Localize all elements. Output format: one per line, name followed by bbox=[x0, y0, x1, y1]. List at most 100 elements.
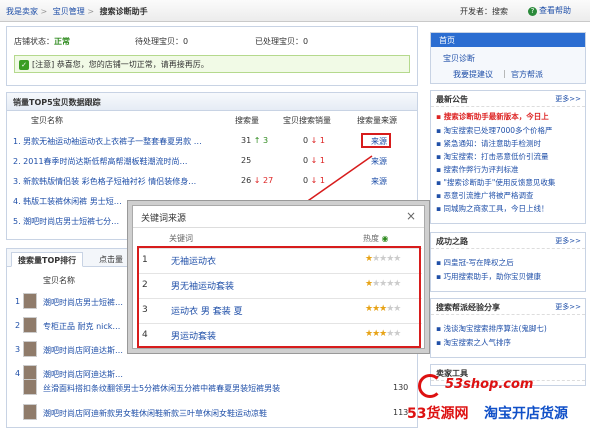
announcement-item[interactable]: ▪ "搜索诊断助手"使用反馈意见收集 bbox=[436, 177, 584, 188]
shop-status-panel: 店铺状态：正常 待处理宝贝：0 已处理宝贝：0 ✓ [注意] 恭喜您，您的店铺一切… bbox=[6, 26, 418, 86]
watermark-tagline: 淘宝开店货源 bbox=[484, 406, 568, 422]
close-icon[interactable]: × bbox=[406, 209, 416, 223]
sales-row: 2. 2011春季时尚达斯低帮高帮潮板鞋潮流时尚… 25 0 ↓ 1 来源 bbox=[13, 153, 413, 171]
item-thumbnail[interactable] bbox=[23, 293, 37, 309]
search-sales: 0 ↓ 1 bbox=[303, 136, 325, 145]
search-sales: 0 ↓ 1 bbox=[303, 176, 325, 185]
item-thumbnail[interactable] bbox=[23, 341, 37, 357]
col-heat: 热度 ◉ bbox=[363, 234, 389, 243]
forum-panel: 搜索帮派经验分享 更多>> ▪ 浅谈淘宝搜索排序算法(鬼脚七) ▪ 淘宝搜索之人气… bbox=[430, 298, 586, 358]
search-volume: 26 ↓ 27 bbox=[241, 176, 274, 185]
announcement-item[interactable]: ▪ 搜索作弊行为评判标准 bbox=[436, 164, 584, 175]
announcement-item[interactable]: ▪ 淘宝搜索：打击恶意低价引流量 bbox=[436, 151, 584, 162]
breadcrumb-current: 搜索诊断助手 bbox=[99, 7, 148, 16]
rank-value: 113 bbox=[393, 408, 409, 417]
help-label: 查看帮助 bbox=[539, 6, 571, 15]
col-keyword: 关键词 bbox=[169, 234, 193, 243]
forum-title: 搜索帮派经验分享 bbox=[436, 303, 500, 312]
dialog-body: 关键词来源 × 关键词 热度 ◉ 1 无袖运动衣 ★★★★★ 2 男无袖运动套装 ★★★★… bbox=[132, 205, 425, 349]
watermark-name: 53货源网 bbox=[407, 406, 469, 422]
breadcrumb-seller[interactable]: 我是卖家 bbox=[6, 7, 38, 16]
sales-panel-title: 销量TOP5宝贝数据跟踪 bbox=[7, 93, 417, 111]
help-icon: ? bbox=[528, 7, 537, 16]
highlight-box bbox=[361, 133, 391, 148]
sales-row: 3. 新款韩版情侣装 彩色格子短袖衬衫 情侣装修身… 26 ↓ 27 0 ↓ 1… bbox=[13, 173, 413, 191]
announcement-item[interactable]: ▪ 搜索诊断助手最新版本，今日上 bbox=[436, 111, 584, 122]
dialog-title: 关键词来源 bbox=[141, 214, 187, 224]
nav-home[interactable]: 首页 bbox=[431, 33, 585, 47]
rank-value: 130 bbox=[393, 383, 409, 392]
sales-item-link[interactable]: 1. 男款无袖运动袖运动衣上衣裤子一整套春夏男款 … bbox=[13, 136, 218, 147]
info-icon: ◉ bbox=[381, 234, 389, 243]
rank-row: 丝滑面料搭扣条纹翻领男士5分裤休闲五分裤中裤春夏男装短裤男装 130 bbox=[15, 379, 415, 397]
shop-status-label: 店铺状态： bbox=[14, 37, 54, 46]
col-search-volume: 搜索量 bbox=[235, 116, 259, 125]
notice-text: [注意] 恭喜您，您的店铺一切正常，请再接再厉。 bbox=[32, 60, 209, 69]
forum-item[interactable]: ▪ 淘宝搜索之人气排序 bbox=[436, 337, 584, 348]
highlight-box bbox=[137, 246, 421, 348]
col-search-sales: 宝贝搜索销量 bbox=[283, 116, 331, 125]
status-notice: ✓ [注意] 恭喜您，您的店铺一切正常，请再接再厉。 bbox=[14, 55, 410, 73]
source-link[interactable]: 来源 bbox=[371, 156, 387, 167]
col-item-name: 宝贝名称 bbox=[43, 276, 75, 285]
pending-value: 0 bbox=[183, 37, 189, 46]
sales-item-link[interactable]: 3. 新款韩版情侣装 彩色格子短袖衬衫 情侣装修身… bbox=[13, 176, 218, 187]
item-thumbnail[interactable] bbox=[23, 404, 37, 420]
success-item[interactable]: ▪ 四皇冠-写在降权之后 bbox=[436, 257, 584, 268]
dialog-header: 关键词来源 × bbox=[133, 206, 424, 228]
item-thumbnail[interactable] bbox=[23, 317, 37, 333]
done-items: 已处理宝贝：0 bbox=[255, 36, 308, 47]
sales-row: 1. 男款无袖运动袖运动衣上衣裤子一整套春夏男款 … 31 ↑ 3 0 ↓ 1 … bbox=[13, 133, 413, 151]
breadcrumb: 我是卖家 > 宝贝管理 > 搜索诊断助手 bbox=[6, 6, 151, 17]
forum-item[interactable]: ▪ 浅谈淘宝搜索排序算法(鬼脚七) bbox=[436, 323, 584, 334]
sales-item-link[interactable]: 2. 2011春季时尚达斯低帮高帮潮板鞋潮流时尚… bbox=[13, 156, 218, 167]
announcements-header: 最新公告 更多>> bbox=[431, 91, 585, 107]
nav-item-diagnosis[interactable]: 宝贝诊断 bbox=[443, 53, 475, 64]
rank-item-link[interactable]: 丝滑面料搭扣条纹翻领男士5分裤休闲五分裤中裤春夏男装短裤男装 bbox=[43, 383, 363, 394]
rank-row: 潮吧时尚店阿迪新款男女鞋休闲鞋新款三叶草休闲女鞋运动凉鞋 113 bbox=[15, 404, 415, 422]
nav-forum[interactable]: 官方帮派 bbox=[511, 69, 543, 80]
forum-header: 搜索帮派经验分享 更多>> bbox=[431, 299, 585, 315]
announcements-panel: 最新公告 更多>> ▪ 搜索诊断助手最新版本，今日上 ▪ 淘宝搜索已处理7000多… bbox=[430, 90, 586, 224]
rank-item-link[interactable]: 潮吧时尚店阿迪新款男女鞋休闲鞋新款三叶草休闲女鞋运动凉鞋 bbox=[43, 408, 363, 419]
breadcrumb-separator: > bbox=[40, 7, 48, 16]
item-thumbnail[interactable] bbox=[23, 379, 37, 395]
col-search-source: 搜索量来源 bbox=[357, 116, 397, 125]
more-link[interactable]: 更多>> bbox=[555, 302, 581, 312]
announcements-title: 最新公告 bbox=[436, 95, 468, 104]
watermark-logo-icon bbox=[418, 374, 442, 398]
tab-search-top[interactable]: 搜索量TOP排行 bbox=[11, 252, 84, 267]
success-title: 成功之路 bbox=[436, 237, 468, 246]
shop-status: 店铺状态：正常 bbox=[14, 36, 70, 47]
announcement-item[interactable]: ▪ 淘宝搜索已处理7000多个价格严 bbox=[436, 125, 584, 136]
breadcrumb-items[interactable]: 宝贝管理 bbox=[53, 7, 85, 16]
developer-label: 开发者：搜索 bbox=[460, 7, 508, 16]
breadcrumb-bar: 我是卖家 > 宝贝管理 > 搜索诊断助手 开发者：搜索 ? 查看帮助 bbox=[0, 0, 590, 22]
more-link[interactable]: 更多>> bbox=[555, 94, 581, 104]
search-volume: 25 bbox=[241, 156, 252, 165]
search-volume: 31 ↑ 3 bbox=[241, 136, 269, 145]
success-item[interactable]: ▪ 巧用搜索助手，助你宝贝健康 bbox=[436, 271, 584, 282]
breadcrumb-separator: > bbox=[87, 7, 95, 16]
checkmark-icon: ✓ bbox=[19, 60, 29, 70]
shop-status-value: 正常 bbox=[54, 37, 70, 46]
done-value: 0 bbox=[303, 37, 309, 46]
keyword-source-dialog: 关键词来源 × 关键词 热度 ◉ 1 无袖运动衣 ★★★★★ 2 男无袖运动套装 ★★★★… bbox=[127, 200, 430, 354]
help-link[interactable]: ? 查看帮助 bbox=[528, 5, 571, 16]
search-sales: 0 ↓ 1 bbox=[303, 156, 325, 165]
source-link[interactable]: 来源 bbox=[371, 176, 387, 187]
success-panel: 成功之路 更多>> ▪ 四皇冠-写在降权之后 ▪ 巧用搜索助手，助你宝贝健康 bbox=[430, 232, 586, 292]
nav-feedback[interactable]: 我要提建议 bbox=[453, 69, 493, 80]
pending-items: 待处理宝贝：0 bbox=[135, 36, 188, 47]
side-nav: 首页 宝贝诊断 我要提建议 | 官方帮派 bbox=[430, 32, 586, 84]
watermark-site: 53shop.com bbox=[445, 377, 534, 392]
announcement-item[interactable]: ▪ 紧急通知：请注意助手检测时 bbox=[436, 138, 584, 149]
success-header: 成功之路 更多>> bbox=[431, 233, 585, 249]
col-item-name: 宝贝名称 bbox=[31, 116, 63, 125]
more-link[interactable]: 更多>> bbox=[555, 236, 581, 246]
pending-label: 待处理宝贝： bbox=[135, 37, 183, 46]
tab-click-top[interactable]: 点击量 bbox=[93, 252, 129, 267]
done-label: 已处理宝贝： bbox=[255, 37, 303, 46]
announcement-item[interactable]: ▪ 同城购之商家工具，今日上线！ bbox=[436, 203, 584, 214]
announcement-item[interactable]: ▪ 恶意引流推广将被严格调查 bbox=[436, 190, 584, 201]
